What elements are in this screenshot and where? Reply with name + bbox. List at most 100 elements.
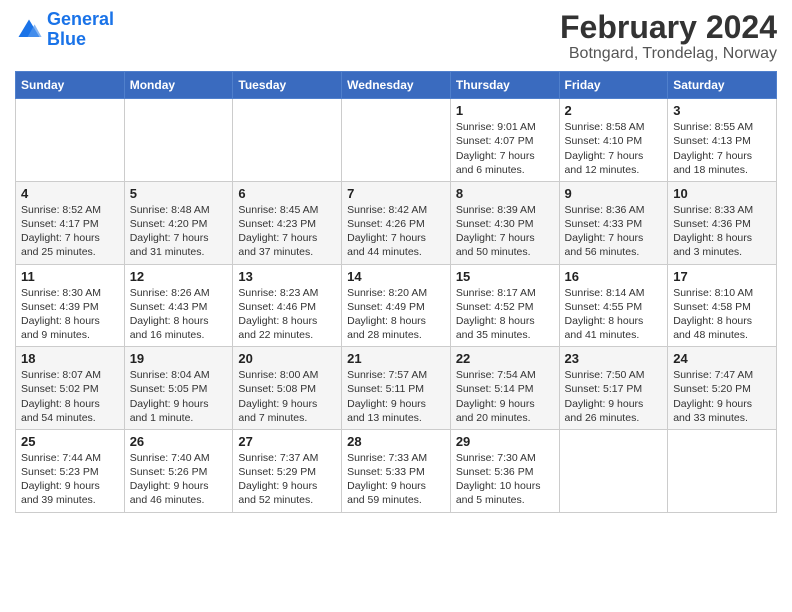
week-row-0: 1 Sunrise: 9:01 AMSunset: 4:07 PMDaylight… (16, 99, 777, 182)
day-info: Sunrise: 7:57 AMSunset: 5:11 PMDaylight:… (347, 368, 445, 425)
calendar-cell (668, 429, 777, 512)
calendar-cell: 10Sunrise: 8:33 AMSunset: 4:36 PMDayligh… (668, 181, 777, 264)
day-info: Sunrise: 7:47 AMSunset: 5:20 PMDaylight:… (673, 368, 771, 425)
day-info: Sunrise: 8:14 AMSunset: 4:55 PMDaylight:… (565, 286, 663, 343)
day-number: 28 (347, 434, 445, 449)
day-number: 4 (21, 186, 119, 201)
calendar-cell (233, 99, 342, 182)
header-cell-thursday: Thursday (450, 72, 559, 99)
day-number: 15 (456, 269, 554, 284)
day-number: 9 (565, 186, 663, 201)
calendar-cell: 3Sunrise: 8:55 AMSunset: 4:13 PMDaylight… (668, 99, 777, 182)
day-number: 5 (130, 186, 228, 201)
calendar-cell: 17Sunrise: 8:10 AMSunset: 4:58 PMDayligh… (668, 264, 777, 347)
day-info: Sunrise: 8:45 AMSunset: 4:23 PMDaylight:… (238, 203, 336, 260)
day-number: 21 (347, 351, 445, 366)
calendar-cell: 28Sunrise: 7:33 AMSunset: 5:33 PMDayligh… (342, 429, 451, 512)
day-info: Sunrise: 8:20 AMSunset: 4:49 PMDaylight:… (347, 286, 445, 343)
day-info: Sunrise: 7:44 AMSunset: 5:23 PMDaylight:… (21, 451, 119, 508)
week-row-3: 18Sunrise: 8:07 AMSunset: 5:02 PMDayligh… (16, 347, 777, 430)
calendar-table: SundayMondayTuesdayWednesdayThursdayFrid… (15, 71, 777, 512)
calendar-cell: 11 Sunrise: 8:30 AMSunset: 4:39 PMDayligh… (16, 264, 125, 347)
calendar-cell: 2 Sunrise: 8:58 AMSunset: 4:10 PMDaylight… (559, 99, 668, 182)
week-row-4: 25 Sunrise: 7:44 AMSunset: 5:23 PMDayligh… (16, 429, 777, 512)
day-number: 17 (673, 269, 771, 284)
day-number: 24 (673, 351, 771, 366)
day-number: 7 (347, 186, 445, 201)
header-cell-sunday: Sunday (16, 72, 125, 99)
logo-line1: General (47, 9, 114, 29)
calendar-cell (124, 99, 233, 182)
day-info: Sunrise: 8:07 AMSunset: 5:02 PMDaylight:… (21, 368, 119, 425)
day-info: Sunrise: 7:37 AMSunset: 5:29 PMDaylight:… (238, 451, 336, 508)
header-cell-monday: Monday (124, 72, 233, 99)
day-number: 29 (456, 434, 554, 449)
calendar-cell (342, 99, 451, 182)
title-section: February 2024 Botngard, Trondelag, Norwa… (560, 10, 777, 63)
day-number: 8 (456, 186, 554, 201)
calendar-cell: 4 Sunrise: 8:52 AMSunset: 4:17 PMDaylight… (16, 181, 125, 264)
logo-line2: Blue (47, 29, 86, 49)
calendar-cell: 20 Sunrise: 8:00 AMSunset: 5:08 PMDayligh… (233, 347, 342, 430)
header-cell-saturday: Saturday (668, 72, 777, 99)
day-info: Sunrise: 8:30 AMSunset: 4:39 PMDaylight:… (21, 286, 119, 343)
calendar-cell: 14 Sunrise: 8:20 AMSunset: 4:49 PMDayligh… (342, 264, 451, 347)
day-number: 12 (130, 269, 228, 284)
week-row-2: 11 Sunrise: 8:30 AMSunset: 4:39 PMDayligh… (16, 264, 777, 347)
day-info: Sunrise: 8:23 AMSunset: 4:46 PMDaylight:… (238, 286, 336, 343)
header-cell-friday: Friday (559, 72, 668, 99)
header-cell-tuesday: Tuesday (233, 72, 342, 99)
calendar-cell: 25 Sunrise: 7:44 AMSunset: 5:23 PMDayligh… (16, 429, 125, 512)
day-number: 13 (238, 269, 336, 284)
day-number: 16 (565, 269, 663, 284)
day-number: 19 (130, 351, 228, 366)
logo-text: General Blue (47, 10, 114, 50)
day-number: 2 (565, 103, 663, 118)
calendar-cell: 9 Sunrise: 8:36 AMSunset: 4:33 PMDaylight… (559, 181, 668, 264)
day-number: 14 (347, 269, 445, 284)
page-header: General Blue February 2024 Botngard, Tro… (15, 10, 777, 63)
calendar-cell: 26Sunrise: 7:40 AMSunset: 5:26 PMDayligh… (124, 429, 233, 512)
calendar-cell: 22 Sunrise: 7:54 AMSunset: 5:14 PMDayligh… (450, 347, 559, 430)
day-info: Sunrise: 8:39 AMSunset: 4:30 PMDaylight:… (456, 203, 554, 260)
calendar-cell: 27Sunrise: 7:37 AMSunset: 5:29 PMDayligh… (233, 429, 342, 512)
day-number: 10 (673, 186, 771, 201)
day-info: Sunrise: 8:48 AMSunset: 4:20 PMDaylight:… (130, 203, 228, 260)
day-info: Sunrise: 8:52 AMSunset: 4:17 PMDaylight:… (21, 203, 119, 260)
calendar-cell: 15 Sunrise: 8:17 AMSunset: 4:52 PMDayligh… (450, 264, 559, 347)
day-number: 20 (238, 351, 336, 366)
subtitle: Botngard, Trondelag, Norway (560, 45, 777, 63)
day-info: Sunrise: 8:26 AMSunset: 4:43 PMDaylight:… (130, 286, 228, 343)
day-number: 23 (565, 351, 663, 366)
calendar-cell: 1 Sunrise: 9:01 AMSunset: 4:07 PMDaylight… (450, 99, 559, 182)
day-info: Sunrise: 9:01 AMSunset: 4:07 PMDaylight:… (456, 120, 554, 177)
calendar-cell (559, 429, 668, 512)
day-number: 3 (673, 103, 771, 118)
day-info: Sunrise: 8:42 AMSunset: 4:26 PMDaylight:… (347, 203, 445, 260)
day-info: Sunrise: 7:30 AMSunset: 5:36 PMDaylight:… (456, 451, 554, 508)
day-info: Sunrise: 8:04 AMSunset: 5:05 PMDaylight:… (130, 368, 228, 425)
day-number: 22 (456, 351, 554, 366)
calendar-cell: 5 Sunrise: 8:48 AMSunset: 4:20 PMDaylight… (124, 181, 233, 264)
day-number: 11 (21, 269, 119, 284)
calendar-cell: 24 Sunrise: 7:47 AMSunset: 5:20 PMDayligh… (668, 347, 777, 430)
week-row-1: 4 Sunrise: 8:52 AMSunset: 4:17 PMDaylight… (16, 181, 777, 264)
calendar-cell: 6Sunrise: 8:45 AMSunset: 4:23 PMDaylight… (233, 181, 342, 264)
day-info: Sunrise: 7:40 AMSunset: 5:26 PMDaylight:… (130, 451, 228, 508)
calendar-cell: 13 Sunrise: 8:23 AMSunset: 4:46 PMDayligh… (233, 264, 342, 347)
main-title: February 2024 (560, 10, 777, 45)
day-info: Sunrise: 7:50 AMSunset: 5:17 PMDaylight:… (565, 368, 663, 425)
calendar-cell: 29 Sunrise: 7:30 AMSunset: 5:36 PMDayligh… (450, 429, 559, 512)
calendar-cell: 21 Sunrise: 7:57 AMSunset: 5:11 PMDayligh… (342, 347, 451, 430)
day-info: Sunrise: 8:58 AMSunset: 4:10 PMDaylight:… (565, 120, 663, 177)
day-number: 25 (21, 434, 119, 449)
day-info: Sunrise: 8:17 AMSunset: 4:52 PMDaylight:… (456, 286, 554, 343)
logo-icon (15, 16, 43, 44)
logo: General Blue (15, 10, 114, 50)
day-number: 1 (456, 103, 554, 118)
calendar-cell: 7 Sunrise: 8:42 AMSunset: 4:26 PMDaylight… (342, 181, 451, 264)
day-info: Sunrise: 8:00 AMSunset: 5:08 PMDaylight:… (238, 368, 336, 425)
day-info: Sunrise: 7:54 AMSunset: 5:14 PMDaylight:… (456, 368, 554, 425)
header-row: SundayMondayTuesdayWednesdayThursdayFrid… (16, 72, 777, 99)
day-info: Sunrise: 8:36 AMSunset: 4:33 PMDaylight:… (565, 203, 663, 260)
